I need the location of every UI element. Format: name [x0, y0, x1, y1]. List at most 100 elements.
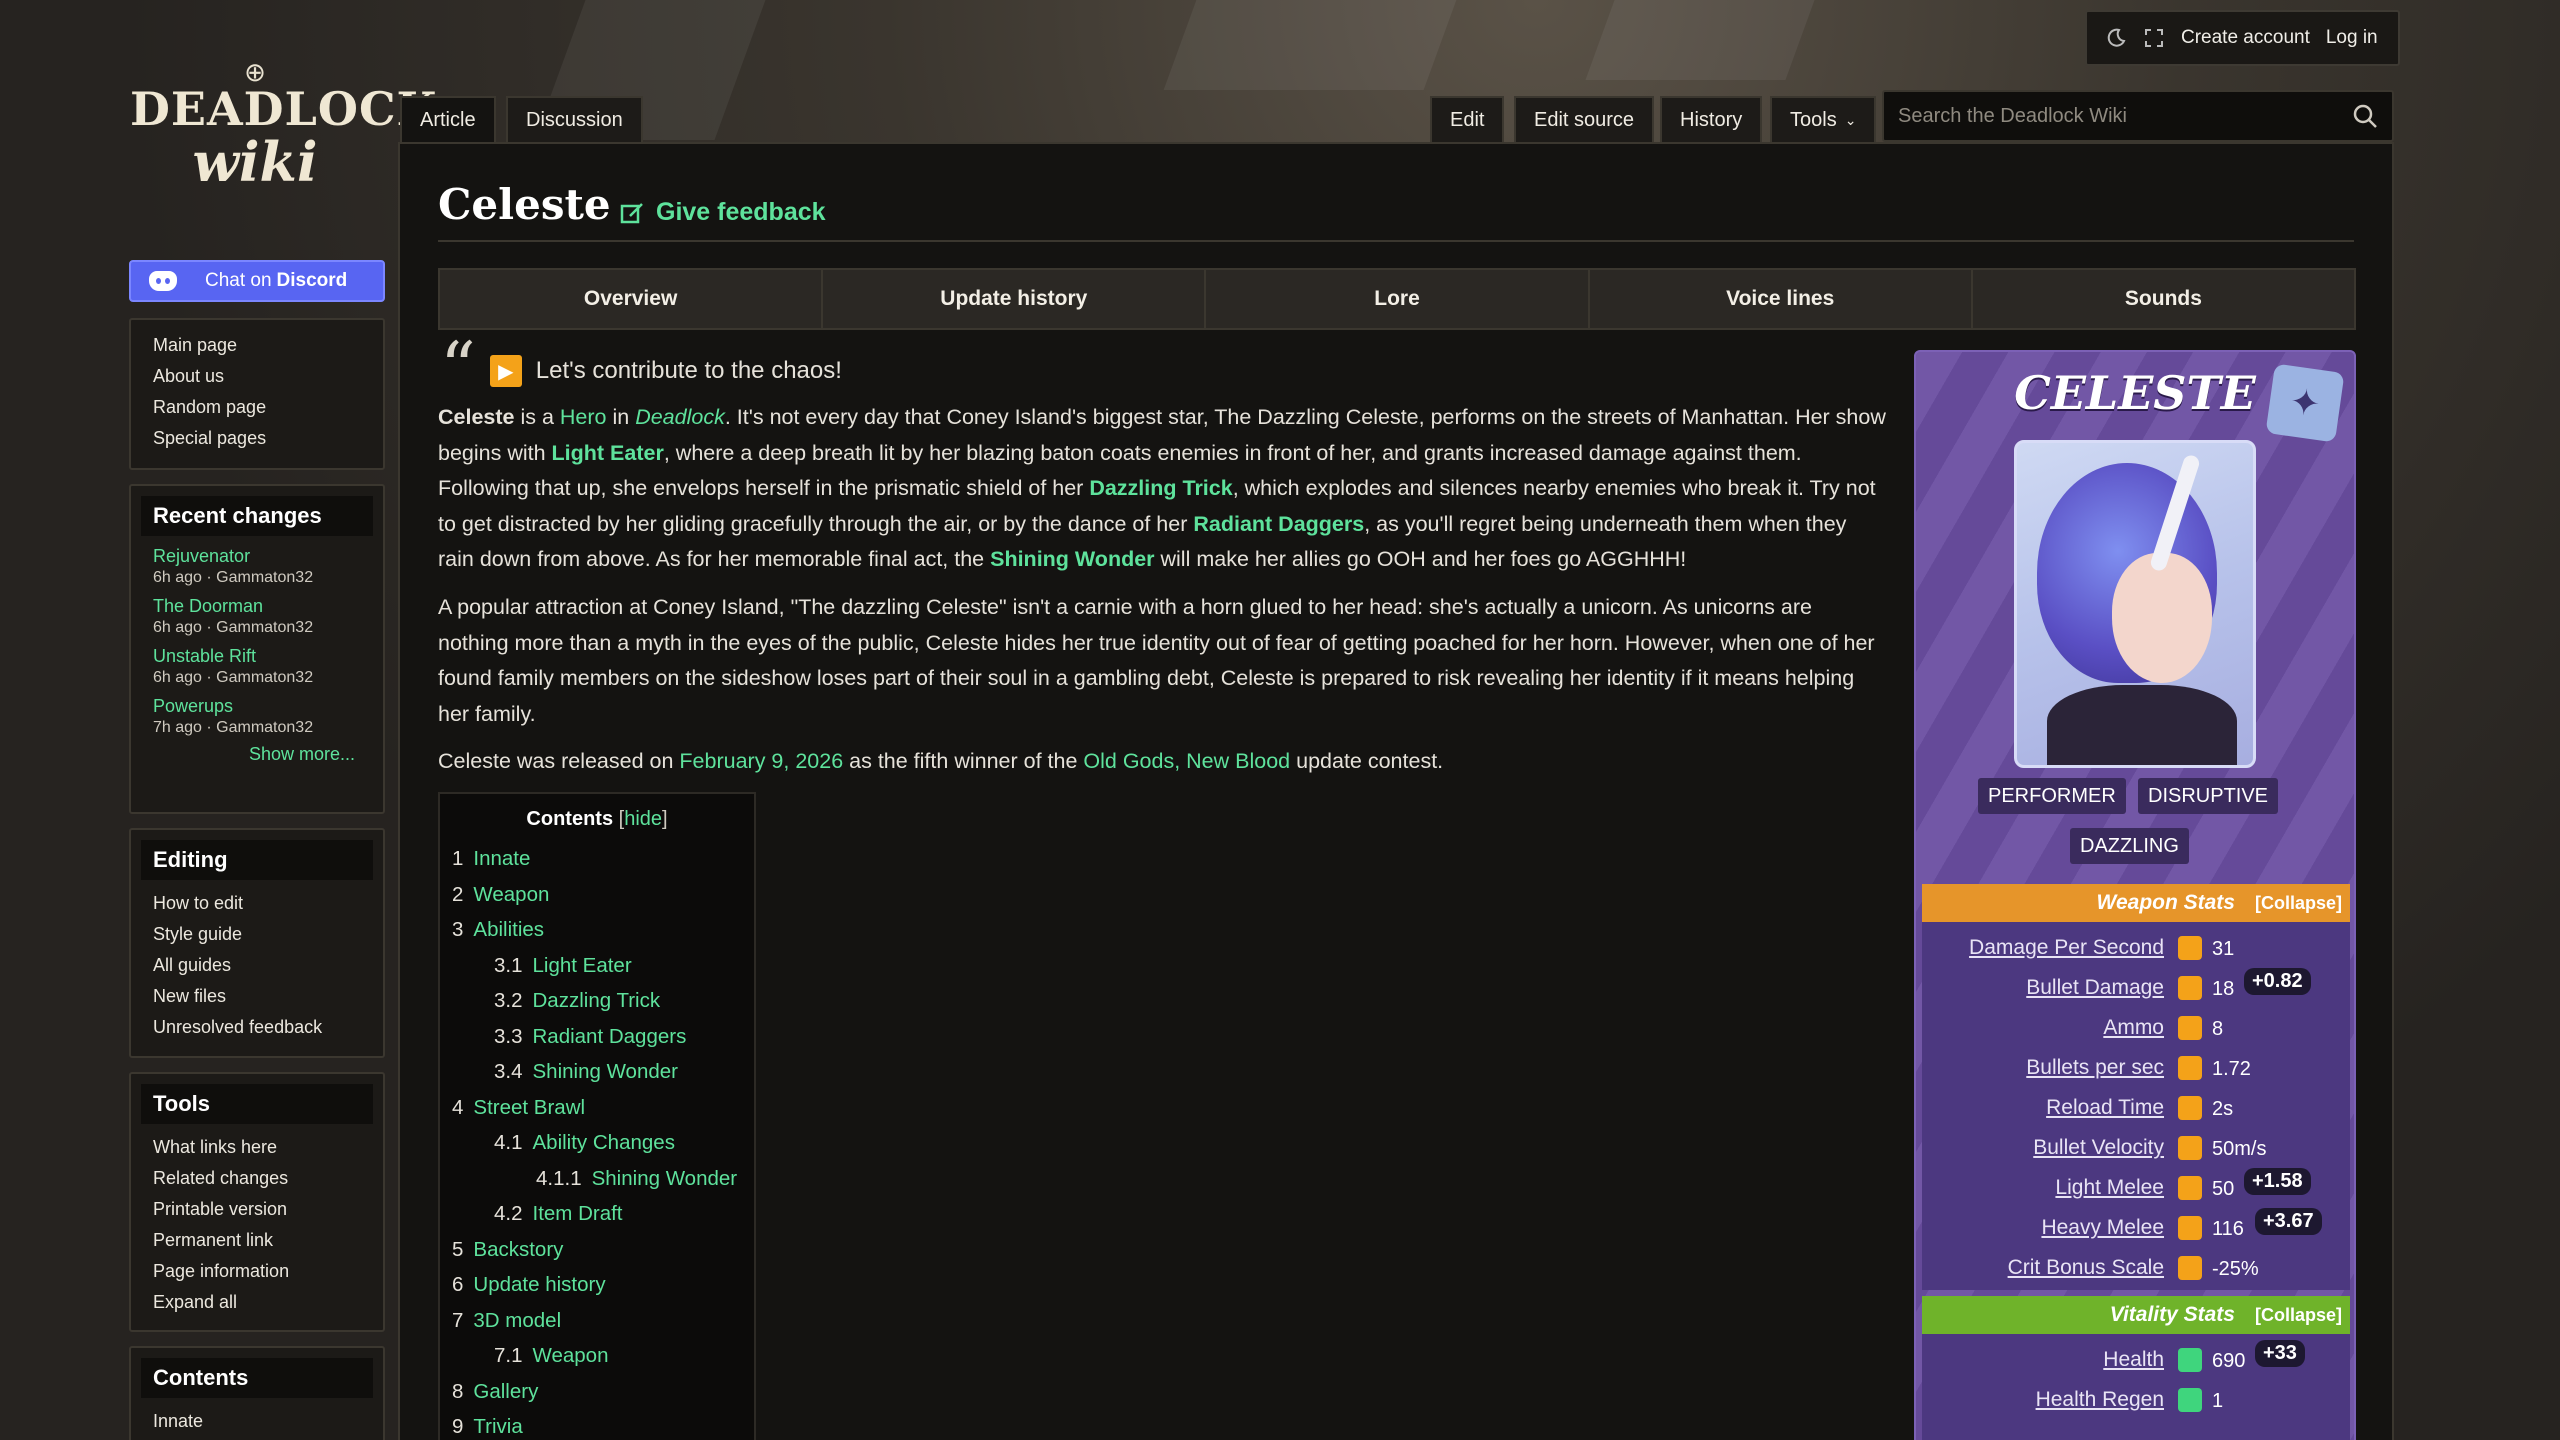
ability-link[interactable]: Dazzling Trick [1089, 476, 1232, 500]
recent-change-title[interactable]: Rejuvenator [153, 544, 373, 568]
game-link[interactable]: Deadlock [635, 405, 725, 429]
toc-item[interactable]: 3.1 Light Eater [452, 948, 742, 984]
stat-label[interactable]: Crit Bonus Scale [2008, 1256, 2164, 1280]
toc-item-number: 9 [452, 1415, 464, 1438]
title-divider [438, 240, 2354, 242]
sidebar-item-new-files[interactable]: New files [141, 981, 373, 1012]
play-icon[interactable]: ▶ [489, 355, 522, 387]
subnav-voice-lines[interactable]: Voice lines [1590, 270, 1973, 328]
log-in-link[interactable]: Log in [2326, 27, 2378, 49]
toc-item[interactable]: 3 Abilities [452, 912, 742, 948]
sidebar-item-related-changes[interactable]: Related changes [141, 1163, 373, 1194]
toc-item-label: 3D model [473, 1308, 562, 1332]
stat-label[interactable]: Light Melee [2055, 1176, 2164, 1200]
tab-discussion[interactable]: Discussion [506, 96, 643, 142]
recent-change-title[interactable]: Powerups [153, 694, 373, 718]
toc-item[interactable]: 5 Backstory [452, 1232, 742, 1268]
sidebar-item-about-us[interactable]: About us [141, 361, 373, 392]
toc-item[interactable]: 1 Innate [452, 841, 742, 877]
stat-label[interactable]: Health Regen [2036, 1388, 2164, 1412]
sidebar-item-random-page[interactable]: Random page [141, 392, 373, 423]
ability-link[interactable]: Light Eater [552, 441, 664, 465]
sidebar-item-main-page[interactable]: Main page [141, 330, 373, 361]
stat-label[interactable]: Damage Per Second [1969, 936, 2164, 960]
stat-icon [2178, 1216, 2202, 1240]
tab-edit-source[interactable]: Edit source [1514, 96, 1655, 142]
toc-item-number: 4 [452, 1095, 464, 1119]
stat-row: Damage Per Second 31 [1922, 928, 2350, 968]
stat-label[interactable]: Bullet Damage [2026, 976, 2164, 1000]
subnav-overview[interactable]: Overview [440, 270, 824, 328]
recent-changes-title: Recent changes [141, 496, 373, 536]
ability-link[interactable]: Radiant Daggers [1193, 512, 1364, 536]
ability-link[interactable]: Shining Wonder [990, 547, 1154, 571]
stat-label[interactable]: Ammo [2103, 1016, 2164, 1040]
toc-item[interactable]: 3.4 Shining Wonder [452, 1054, 742, 1090]
sidebar-item-unresolved-feedback[interactable]: Unresolved feedback [141, 1012, 373, 1043]
recent-change-meta: 7h ago · Gammaton32 [153, 719, 314, 736]
sidebar-item-all-guides[interactable]: All guides [141, 950, 373, 981]
toc-item[interactable]: 6 Update history [452, 1267, 742, 1303]
toc-item[interactable]: 4.1.1 Shining Wonder [452, 1161, 742, 1197]
weapon-collapse-toggle[interactable]: [Collapse] [2255, 893, 2342, 914]
toc-item[interactable]: 3.3 Radiant Daggers [452, 1019, 742, 1055]
subnav-sounds[interactable]: Sounds [1973, 270, 2354, 328]
recent-change-title[interactable]: Unstable Rift [153, 644, 373, 668]
give-feedback-button[interactable]: Give feedback [620, 198, 826, 227]
show-more-link[interactable]: Show more... [141, 744, 373, 765]
stat-value: 18 [2212, 978, 2235, 1000]
tab-article[interactable]: Article [400, 96, 496, 142]
search-input[interactable]: Search the Deadlock Wiki [1882, 90, 2394, 142]
toc-item[interactable]: 2 Weapon [452, 877, 742, 913]
stat-label[interactable]: Health [2103, 1348, 2164, 1372]
page-title: Celeste [438, 180, 611, 229]
toc-item[interactable]: 3.2 Dazzling Trick [452, 983, 742, 1019]
stat-label[interactable]: Heavy Melee [2041, 1216, 2164, 1240]
toc-item-number: 4.2 [494, 1202, 523, 1225]
hero-tag: DISRUPTIVE [2138, 778, 2279, 814]
subnav-lore[interactable]: Lore [1206, 270, 1590, 328]
sidebar-contents-item[interactable]: Innate [141, 1406, 373, 1437]
stat-row: Heavy Melee 116 +3.67 [1922, 1208, 2350, 1248]
sidebar-item-special-pages[interactable]: Special pages [141, 423, 373, 454]
toc-item[interactable]: 4 Street Brawl [452, 1090, 742, 1126]
stat-value: 50m/s [2212, 1138, 2267, 1160]
toc-item[interactable]: 8 Gallery [452, 1374, 742, 1410]
stat-label[interactable]: Reload Time [2046, 1096, 2164, 1120]
stat-icon [2178, 1016, 2202, 1040]
sidebar-item-how-to-edit[interactable]: How to edit [141, 888, 373, 919]
vitality-collapse-toggle[interactable]: [Collapse] [2255, 1305, 2342, 1326]
sidebar-item-page-information[interactable]: Page information [141, 1256, 373, 1287]
logo-line2: wiki [192, 130, 318, 194]
contest-link[interactable]: Old Gods, New Blood [1083, 749, 1290, 773]
toc-hide-toggle[interactable]: [hide] [619, 808, 668, 830]
toc-item[interactable]: 7 3D model [452, 1303, 742, 1339]
stat-icon [2178, 1136, 2202, 1160]
site-logo[interactable]: ⊕ DEADLOCK wiki [130, 59, 437, 200]
sidebar-item-permanent-link[interactable]: Permanent link [141, 1225, 373, 1256]
hero-link[interactable]: Hero [560, 405, 607, 429]
stat-label[interactable]: Bullets per sec [2026, 1056, 2164, 1080]
dark-mode-icon[interactable] [2105, 27, 2127, 49]
toc-item[interactable]: 9 Trivia [452, 1409, 742, 1440]
toc-item-number: 4.1 [494, 1131, 523, 1154]
sidebar-item-style-guide[interactable]: Style guide [141, 919, 373, 950]
sidebar-item-what-links-here[interactable]: What links here [141, 1132, 373, 1163]
subnav-update-history[interactable]: Update history [823, 270, 1207, 328]
tab-history[interactable]: History [1660, 96, 1763, 142]
search-icon[interactable] [2352, 103, 2378, 129]
create-account-link[interactable]: Create account [2181, 27, 2310, 49]
fullscreen-icon[interactable] [2143, 27, 2165, 49]
discord-button[interactable]: Chat on Discord [129, 260, 385, 302]
toc-item[interactable]: 4.1 Ability Changes [452, 1125, 742, 1161]
tab-tools[interactable]: Tools ⌄ [1770, 96, 1877, 142]
recent-change-title[interactable]: The Doorman [153, 594, 373, 618]
tab-edit[interactable]: Edit [1430, 96, 1505, 142]
recent-change-item: Unstable Rift 6h ago · Gammaton32 [141, 644, 373, 688]
stat-label[interactable]: Bullet Velocity [2033, 1136, 2164, 1160]
toc-item[interactable]: 7.1 Weapon [452, 1338, 742, 1374]
sidebar-item-printable-version[interactable]: Printable version [141, 1194, 373, 1225]
toc-item[interactable]: 4.2 Item Draft [452, 1196, 742, 1232]
release-date-link[interactable]: February 9, 2026 [679, 749, 843, 773]
sidebar-item-expand-all[interactable]: Expand all [141, 1287, 373, 1318]
